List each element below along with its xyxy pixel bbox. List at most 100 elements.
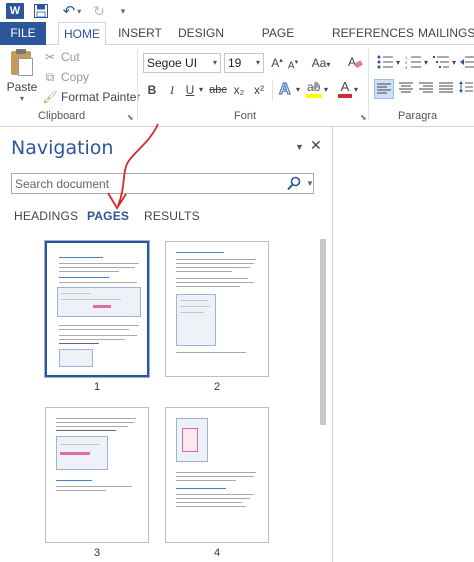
tab-mailings[interactable]: MAILINGS xyxy=(418,22,474,45)
cut-button[interactable]: ✂ Cut xyxy=(42,48,80,66)
page-thumbnails: 1 2 3 4 xyxy=(0,235,318,562)
align-left-button[interactable] xyxy=(374,79,394,99)
redo-icon[interactable]: ↻ xyxy=(92,3,106,19)
close-icon[interactable]: ✕ xyxy=(310,137,322,154)
grow-font-icon[interactable]: A▴ xyxy=(270,56,284,70)
page-thumbnail-3[interactable] xyxy=(45,407,149,543)
chevron-down-icon[interactable]: ▾ xyxy=(294,85,302,94)
clear-formatting-icon[interactable]: A xyxy=(346,54,364,73)
undo-icon[interactable]: ↶ ▾ xyxy=(60,3,84,20)
tab-home[interactable]: HOME xyxy=(58,22,106,46)
copy-label: Copy xyxy=(61,70,90,84)
align-center-button[interactable] xyxy=(398,82,414,97)
svg-text:A: A xyxy=(348,55,356,69)
chevron-down-icon[interactable]: ▾ xyxy=(394,58,402,67)
group-divider xyxy=(368,49,369,119)
clipboard-launcher-icon[interactable]: ⬊ xyxy=(127,113,134,122)
chevron-down-icon[interactable]: ▾ xyxy=(422,58,430,67)
strikethrough-button[interactable]: abc xyxy=(208,84,228,96)
customize-toolbar-icon[interactable]: ▾ xyxy=(118,3,128,19)
chevron-down-icon: ▾ xyxy=(255,58,260,67)
page-thumbnail-4[interactable] xyxy=(165,407,269,543)
ribbon: Paste ▾ ✂ Cut ⧉ Copy 🖌 Format Painter Cl… xyxy=(0,45,474,127)
font-launcher-icon[interactable]: ⬊ xyxy=(360,113,367,122)
format-painter-label: Format Painter xyxy=(61,90,141,104)
bold-button[interactable]: B xyxy=(146,83,158,97)
highlight-color-icon[interactable]: ab xyxy=(306,79,322,101)
paragraph-group: ▾ 123 ▾ ▾ Paragra xyxy=(372,45,474,127)
scrollbar-thumb[interactable] xyxy=(320,239,326,425)
search-box: ▼ xyxy=(11,173,314,194)
ribbon-tabs: FILE HOME INSERT DESIGN PAGE LAYOUT REFE… xyxy=(0,22,474,62)
search-input[interactable] xyxy=(12,174,272,193)
change-case-button[interactable]: Aa▾ xyxy=(310,56,332,70)
tab-file[interactable]: FILE xyxy=(0,22,46,45)
search-icon[interactable] xyxy=(287,176,301,191)
font-color-label: A xyxy=(340,79,350,94)
paste-label: Paste xyxy=(6,80,38,94)
group-divider xyxy=(272,79,273,101)
numbering-icon[interactable]: 123 xyxy=(404,55,422,72)
navigation-pane: Navigation ▼ ✕ ▼ HEADINGS PAGES RESULTS xyxy=(0,127,332,562)
line-spacing-icon[interactable] xyxy=(458,80,474,97)
tab-headings[interactable]: HEADINGS xyxy=(14,209,78,223)
tab-page-layout[interactable]: PAGE LAYOUT xyxy=(240,22,316,62)
paintbrush-icon: 🖌 xyxy=(42,90,58,104)
search-options-icon[interactable]: ▼ xyxy=(306,179,314,188)
subscript-button[interactable]: x₂ xyxy=(232,83,246,97)
navigation-title: Navigation xyxy=(11,137,114,159)
page-number-4: 4 xyxy=(213,547,221,559)
paragraph-group-label: Paragra xyxy=(398,110,438,122)
tab-design[interactable]: DESIGN xyxy=(178,22,224,45)
chevron-down-icon[interactable]: ▾ xyxy=(322,85,330,94)
chevron-down-icon: ▾ xyxy=(212,58,217,67)
multilevel-list-icon[interactable] xyxy=(432,55,450,72)
font-size-value: 19 xyxy=(228,56,242,70)
save-icon[interactable] xyxy=(34,3,48,19)
paste-button[interactable]: Paste ▾ xyxy=(6,49,38,105)
group-divider xyxy=(137,49,138,119)
svg-text:3: 3 xyxy=(405,65,408,69)
chevron-down-icon[interactable]: ▾ xyxy=(352,85,360,94)
underline-button[interactable]: U xyxy=(184,83,196,97)
copy-button[interactable]: ⧉ Copy xyxy=(42,68,89,86)
document-area[interactable] xyxy=(333,127,474,562)
chevron-down-icon[interactable]: ▾ xyxy=(450,58,458,67)
font-name-select[interactable]: Segoe UI ▾ xyxy=(143,53,221,73)
clipboard-group-label: Clipboard xyxy=(38,110,86,122)
page-number-3: 3 xyxy=(93,547,101,559)
align-right-button[interactable] xyxy=(418,82,434,97)
svg-text:A: A xyxy=(279,81,291,97)
pane-options-icon[interactable]: ▼ xyxy=(295,142,304,152)
change-case-label: Aa xyxy=(311,56,327,70)
font-color-swatch xyxy=(338,94,352,98)
underline-dropdown-icon[interactable]: ▾ xyxy=(197,85,205,94)
format-painter-button[interactable]: 🖌 Format Painter xyxy=(42,88,140,106)
font-size-select[interactable]: 19 ▾ xyxy=(224,53,264,73)
shrink-font-icon[interactable]: A▾ xyxy=(286,58,300,71)
font-name-value: Segoe UI xyxy=(147,56,198,70)
tab-references[interactable]: REFERENCES xyxy=(332,22,414,45)
italic-button[interactable]: I xyxy=(166,83,178,98)
paste-icon xyxy=(10,49,34,77)
copy-icon: ⧉ xyxy=(45,69,55,84)
tab-pages[interactable]: PAGES xyxy=(87,209,129,223)
title-bar: W ↶ ▾ ↻ ▾ xyxy=(0,0,474,22)
decrease-indent-icon[interactable] xyxy=(460,55,474,72)
page-thumbnail-2[interactable] xyxy=(165,241,269,377)
tab-results[interactable]: RESULTS xyxy=(144,209,200,223)
text-effects-icon[interactable]: A xyxy=(278,79,294,99)
scissors-icon: ✂ xyxy=(44,50,56,64)
tab-insert[interactable]: INSERT xyxy=(118,22,162,45)
page-number-1: 1 xyxy=(93,381,101,393)
font-color-button[interactable]: A xyxy=(338,79,352,101)
justify-button[interactable] xyxy=(438,82,454,97)
cut-label: Cut xyxy=(61,50,80,64)
bullets-icon[interactable] xyxy=(376,55,394,72)
thumbnail-scrollbar[interactable] xyxy=(318,235,332,562)
page-thumbnail-1[interactable] xyxy=(45,241,149,377)
word-app-icon[interactable]: W xyxy=(6,3,24,19)
font-group-label: Font xyxy=(234,110,257,122)
superscript-button[interactable]: x² xyxy=(252,83,266,97)
paste-dropdown-icon[interactable]: ▾ xyxy=(6,94,38,103)
